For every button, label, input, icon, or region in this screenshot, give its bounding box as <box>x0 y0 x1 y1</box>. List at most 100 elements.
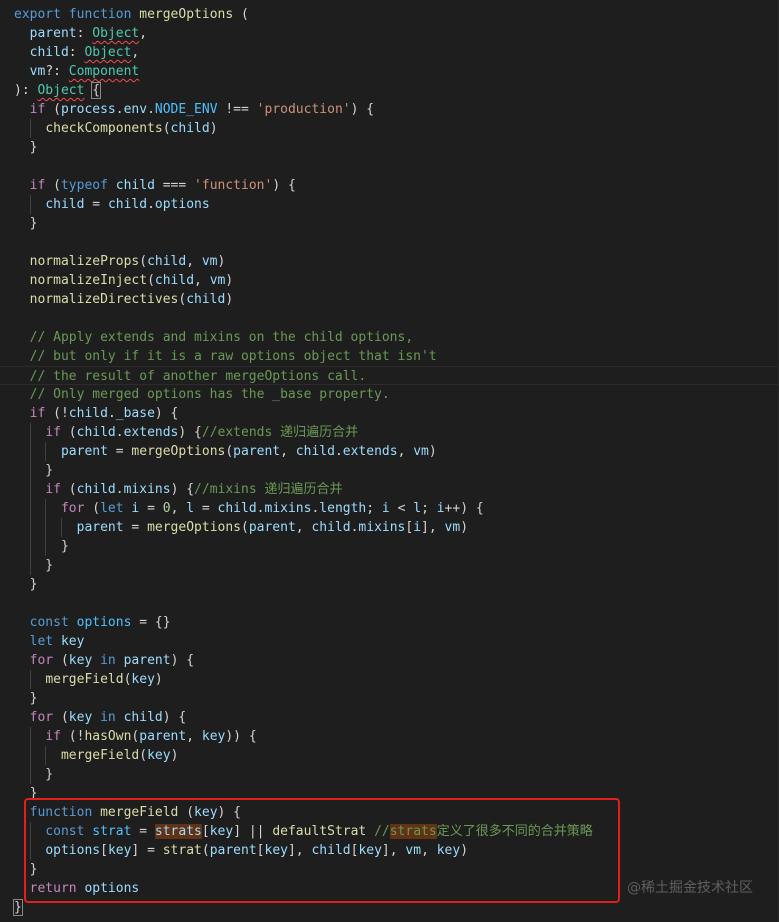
code-line[interactable]: function mergeField (key) { <box>0 803 779 822</box>
code-line[interactable]: } <box>0 898 779 917</box>
code-token: child <box>45 197 85 212</box>
code-token: parent <box>76 520 124 535</box>
code-line[interactable]: vm?: Component <box>0 62 779 81</box>
code-line[interactable]: checkComponents(child) <box>0 119 779 138</box>
code-text: } <box>14 765 53 784</box>
code-token: < <box>389 501 414 516</box>
code-line[interactable]: normalizeDirectives(child) <box>0 290 779 309</box>
code-token: = <box>131 824 155 839</box>
code-line[interactable]: normalizeInject(child, vm) <box>0 271 779 290</box>
code-token: child <box>76 425 116 440</box>
gutter <box>0 841 14 860</box>
code-line[interactable]: parent = mergeOptions(parent, child.exte… <box>0 442 779 461</box>
code-line[interactable]: } <box>0 461 779 480</box>
code-line[interactable]: } <box>0 784 779 803</box>
code-line[interactable]: parent = mergeOptions(parent, child.mixi… <box>0 518 779 537</box>
code-line[interactable]: mergeField(key) <box>0 670 779 689</box>
code-line[interactable]: if (child.extends) {//extends 递归遍历合并 <box>0 423 779 442</box>
code-line[interactable]: for (key in child) { <box>0 708 779 727</box>
code-token: function <box>68 7 132 22</box>
code-token: vm <box>444 520 461 535</box>
code-line[interactable]: let key <box>0 632 779 651</box>
code-line[interactable]: // the result of another mergeOptions ca… <box>0 366 779 385</box>
code-text: function mergeField (key) { <box>14 803 241 822</box>
code-area[interactable]: export function mergeOptions ( parent: O… <box>0 5 779 917</box>
code-token: { <box>91 82 102 99</box>
code-line[interactable]: child = child.options <box>0 195 779 214</box>
code-text: } <box>14 537 69 556</box>
code-token: options <box>84 881 140 896</box>
code-token: ) <box>225 292 234 307</box>
code-token: ( <box>45 178 61 193</box>
code-text: } <box>14 784 38 803</box>
code-token: )) { <box>225 729 257 744</box>
code-text: for (let i = 0, l = child.mixins.length;… <box>14 499 484 518</box>
code-line[interactable]: if (process.env.NODE_ENV !== 'production… <box>0 100 779 119</box>
code-line[interactable]: if (!child._base) { <box>0 404 779 423</box>
code-token: child <box>115 178 155 193</box>
code-token: , <box>139 26 148 41</box>
code-editor[interactable]: export function mergeOptions ( parent: O… <box>0 0 779 922</box>
code-line[interactable]: ): Object { <box>0 81 779 100</box>
code-line[interactable]: } <box>0 214 779 233</box>
code-line[interactable]: options[key] = strat(parent[key], child[… <box>0 841 779 860</box>
code-line[interactable] <box>0 309 779 328</box>
code-text: } <box>14 689 38 708</box>
code-line[interactable]: for (let i = 0, l = child.mixins.length;… <box>0 499 779 518</box>
code-line[interactable]: for (key in parent) { <box>0 651 779 670</box>
code-line[interactable]: const options = {} <box>0 613 779 632</box>
code-line[interactable]: mergeField(key) <box>0 746 779 765</box>
code-token: //mixins 递归遍历合并 <box>194 482 343 497</box>
code-line[interactable]: child: Object, <box>0 43 779 62</box>
code-line[interactable]: const strat = strats[key] || defaultStra… <box>0 822 779 841</box>
code-token: ], <box>381 843 406 858</box>
code-token: key <box>68 653 93 668</box>
code-line[interactable] <box>0 157 779 176</box>
code-token: mixins <box>358 520 406 535</box>
code-token: child <box>217 501 257 516</box>
code-token: child <box>76 482 116 497</box>
code-token: i <box>413 520 422 535</box>
code-line[interactable]: } <box>0 765 779 784</box>
code-token: ], <box>421 520 445 535</box>
code-line[interactable] <box>0 233 779 252</box>
gutter <box>0 860 14 879</box>
code-line[interactable] <box>0 594 779 613</box>
code-line[interactable]: if (!hasOwn(parent, key)) { <box>0 727 779 746</box>
code-token: ( <box>241 520 249 535</box>
code-token: ) { <box>217 805 242 820</box>
code-line[interactable]: if (typeof child === 'function') { <box>0 176 779 195</box>
code-token: ) { <box>178 425 202 440</box>
code-line[interactable]: } <box>0 689 779 708</box>
code-token: NODE_ENV <box>154 102 218 117</box>
code-token: ( <box>60 425 77 440</box>
code-line[interactable]: normalizeProps(child, vm) <box>0 252 779 271</box>
code-line[interactable]: } <box>0 537 779 556</box>
code-token: ( <box>225 444 234 459</box>
code-line[interactable]: } <box>0 138 779 157</box>
code-line[interactable]: } <box>0 575 779 594</box>
code-line[interactable]: // Only merged options has the _base pro… <box>0 385 779 404</box>
code-text: normalizeInject(child, vm) <box>14 271 234 290</box>
gutter <box>0 423 14 442</box>
code-token: (! <box>45 406 69 421</box>
code-line[interactable]: // Apply extends and mixins on the child… <box>0 328 779 347</box>
code-line[interactable]: if (child.mixins) {//mixins 递归遍历合并 <box>0 480 779 499</box>
code-line[interactable]: parent: Object, <box>0 24 779 43</box>
code-token: strats <box>154 824 202 839</box>
code-line[interactable]: // but only if it is a raw options objec… <box>0 347 779 366</box>
code-token: child <box>107 197 148 212</box>
code-token: strat <box>162 843 202 858</box>
code-line[interactable]: export function mergeOptions ( <box>0 5 779 24</box>
code-token: ], <box>287 843 312 858</box>
code-line[interactable]: } <box>0 556 779 575</box>
gutter <box>0 442 14 461</box>
